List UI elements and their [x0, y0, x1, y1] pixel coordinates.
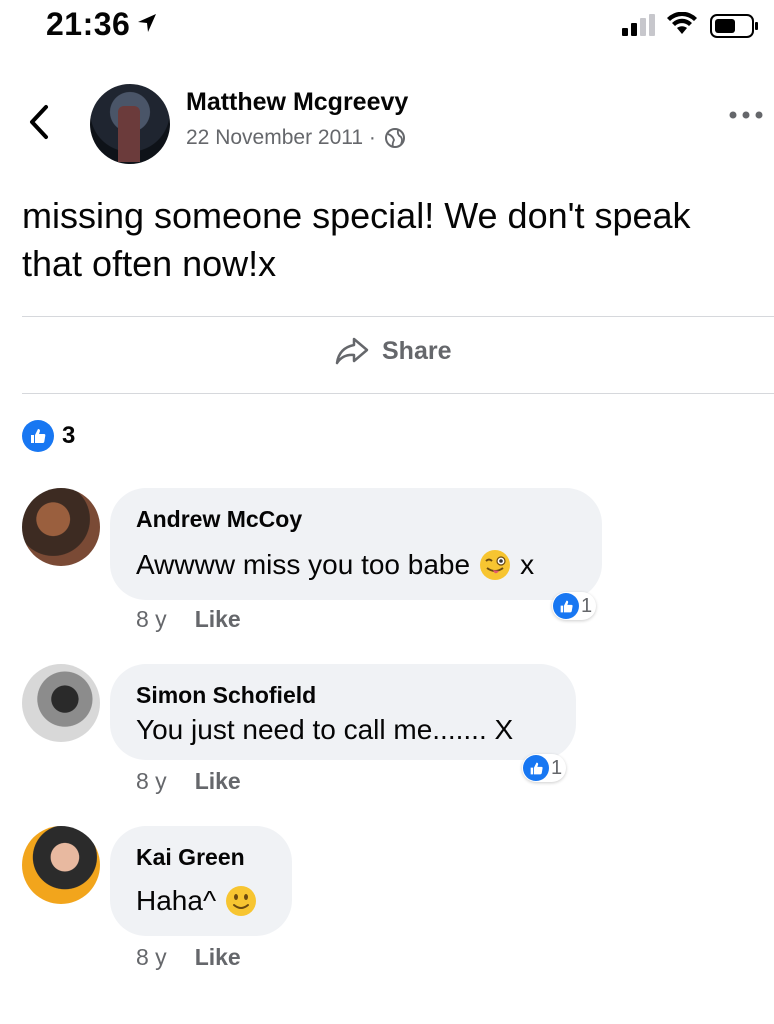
comment-age: 8 y — [136, 606, 167, 632]
comment-age: 8 y — [136, 944, 167, 970]
back-chevron-icon[interactable] — [28, 104, 50, 140]
more-options-icon[interactable] — [728, 110, 764, 120]
comment-reaction-count: 1 — [551, 756, 563, 779]
comment-like-button[interactable]: Like — [195, 606, 241, 633]
status-time: 21:36 — [46, 6, 131, 42]
comment-like-button[interactable]: Like — [195, 768, 241, 795]
comment-text: Haha^ — [136, 884, 258, 918]
comment-text: You just need to call me....... X — [136, 714, 514, 745]
post-text: missing someone special! We don't speak … — [22, 195, 691, 284]
like-reaction-icon — [22, 420, 54, 452]
reaction-count: 3 — [62, 422, 76, 449]
comment-bubble — [110, 826, 292, 936]
slightly-smiling-face-icon — [226, 886, 257, 916]
location-arrow-icon — [138, 14, 156, 32]
share-label: Share — [382, 336, 452, 365]
reaction-summary[interactable]: 3 — [22, 420, 75, 452]
comment-reaction[interactable]: 1 — [552, 592, 597, 620]
comment-text: Awwww miss you too babe x — [136, 549, 535, 580]
comment-actions: 8 y Like — [136, 768, 241, 795]
comment-age: 8 y — [136, 768, 167, 794]
share-icon — [335, 337, 369, 365]
divider-top — [22, 316, 774, 317]
commenter-avatar[interactable] — [22, 488, 100, 566]
winking-face-with-tongue-icon — [480, 550, 511, 580]
globe-icon — [384, 128, 405, 148]
comment-like-button[interactable]: Like — [195, 944, 241, 971]
comment-actions: 8 y Like — [136, 944, 241, 971]
wifi-icon — [667, 12, 697, 34]
comment-reaction[interactable]: 1 — [522, 754, 567, 782]
commenter-name[interactable]: Kai Green — [136, 844, 245, 871]
commenter-avatar[interactable] — [22, 826, 100, 904]
author-avatar[interactable] — [90, 84, 170, 164]
share-button[interactable]: Share — [334, 336, 451, 366]
comment-actions: 8 y Like — [136, 606, 241, 633]
commenter-avatar[interactable] — [22, 664, 100, 742]
post-date[interactable]: 22 November 2011 · — [186, 126, 376, 150]
post-meta: 22 November 2011 · — [186, 126, 406, 150]
commenter-name[interactable]: Andrew McCoy — [136, 506, 302, 533]
comment-reaction-count: 1 — [581, 594, 593, 617]
signal-icon — [622, 14, 655, 36]
battery-icon — [710, 14, 758, 38]
commenter-name[interactable]: Simon Schofield — [136, 682, 316, 709]
divider-bottom — [22, 393, 774, 394]
post-author-name[interactable]: Matthew Mcgreevy — [186, 88, 408, 117]
like-reaction-icon — [523, 755, 549, 781]
like-reaction-icon — [553, 593, 579, 619]
comment-bubble — [110, 488, 602, 600]
